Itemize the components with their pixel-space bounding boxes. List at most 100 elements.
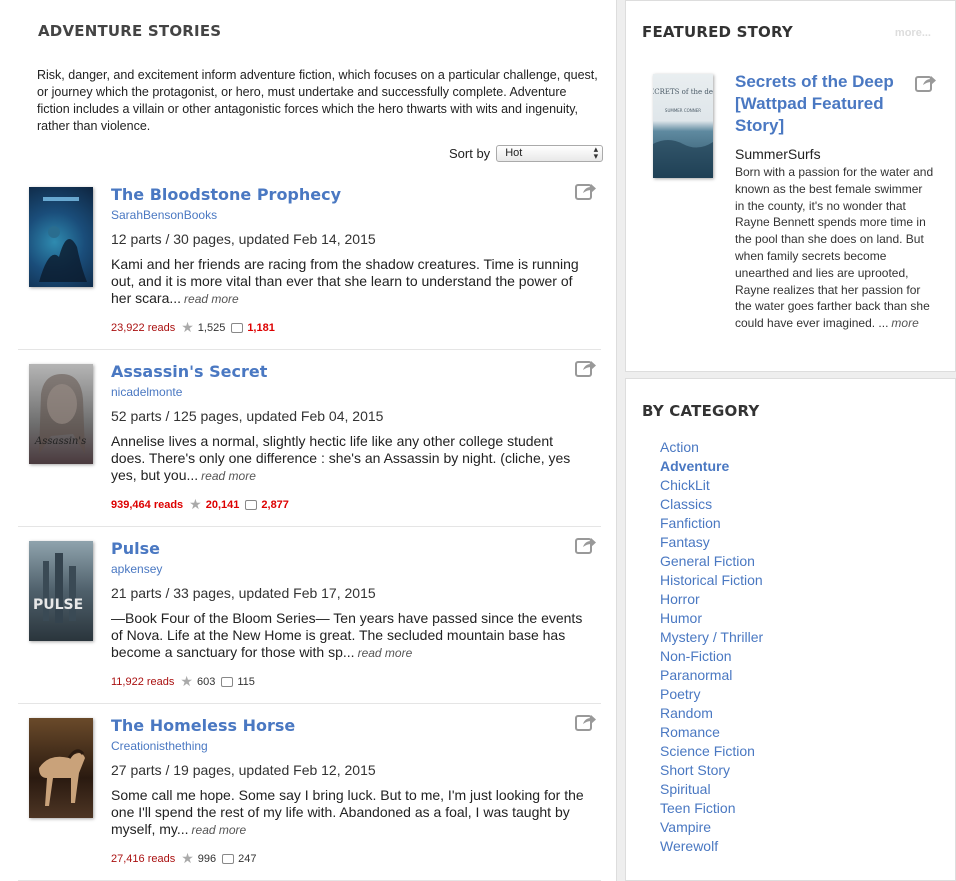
category-item[interactable]: Science Fiction (660, 742, 763, 761)
reads-count: 23,922 reads (111, 321, 176, 334)
read-more-link[interactable]: read more (184, 292, 239, 306)
featured-description: Born with a passion for the water and kn… (735, 164, 935, 332)
share-icon[interactable] (575, 358, 597, 378)
star-icon: ★ (181, 319, 194, 335)
story-desc-text: Annelise lives a normal, slightly hectic… (111, 433, 571, 483)
read-more-link[interactable]: read more (192, 823, 247, 837)
story-title[interactable]: Pulse (111, 539, 160, 558)
category-item[interactable]: ChickLit (660, 476, 763, 495)
votes-count: 20,141 (205, 498, 240, 511)
story-desc-text: Kami and her friends are racing from the… (111, 256, 579, 306)
votes-count: 603 (196, 675, 216, 688)
category-item[interactable]: Humor (660, 609, 763, 628)
story-item: The Bloodstone Prophecy SarahBensonBooks… (18, 173, 601, 350)
reads-count: 27,416 reads (111, 852, 176, 865)
story-title[interactable]: The Bloodstone Prophecy (111, 185, 341, 204)
story-stats: 11,922 reads ★ 603 115 (111, 673, 255, 690)
story-parts: 12 parts / 30 pages, updated Feb 14, 201… (111, 231, 376, 247)
votes-count: 996 (197, 852, 217, 865)
story-item: Assassin's Assassin's Secret nicadelmont… (18, 350, 601, 527)
featured-read-more[interactable]: more (891, 316, 918, 330)
featured-desc-text: Born with a passion for the water and kn… (735, 165, 934, 331)
comments-count: 2,877 (261, 498, 289, 511)
sort-value: Hot (505, 147, 523, 159)
comment-icon (222, 853, 235, 864)
featured-cover[interactable]: SECRETS of the deep SUMMER CONNER (644, 74, 722, 178)
story-description: —Book Four of the Bloom Series— Ten year… (111, 610, 589, 662)
share-icon[interactable] (575, 181, 597, 201)
votes-count: 1,525 (197, 321, 226, 334)
sort-control: Sort by Hot ▴ ▾ (449, 144, 604, 162)
story-author[interactable]: SarahBensonBooks (111, 208, 217, 222)
category-item[interactable]: Action (660, 438, 763, 457)
featured-cover-title: SECRETS of the deep (653, 88, 713, 96)
story-stats: 939,464 reads ★ 20,141 2,877 (111, 496, 289, 513)
category-item[interactable]: Teen Fiction (660, 799, 763, 818)
star-icon: ★ (189, 496, 202, 512)
story-cover[interactable]: Assassin's (29, 364, 93, 464)
star-icon: ★ (180, 673, 193, 689)
story-parts: 27 parts / 19 pages, updated Feb 12, 201… (111, 762, 376, 778)
share-icon[interactable] (575, 535, 597, 555)
category-item[interactable]: Adventure (660, 457, 763, 476)
featured-title[interactable]: Secrets of the Deep [Wattpad Featured St… (735, 71, 905, 137)
star-icon: ★ (181, 850, 194, 866)
category-item[interactable]: Mystery / Thriller (660, 628, 763, 647)
story-desc-text: —Book Four of the Bloom Series— Ten year… (111, 610, 583, 660)
category-list: Action Adventure ChickLit Classics Fanfictio… (660, 438, 763, 856)
story-title[interactable]: Assassin's Secret (111, 362, 267, 381)
category-item[interactable]: Fanfiction (660, 514, 763, 533)
story-author[interactable]: nicadelmonte (111, 385, 182, 399)
category-item[interactable]: Horror (660, 590, 763, 609)
category-item[interactable]: General Fiction (660, 552, 763, 571)
story-title[interactable]: The Homeless Horse (111, 716, 295, 735)
sort-select[interactable]: Hot ▴ ▾ (496, 144, 604, 162)
category-item[interactable]: Vampire (660, 818, 763, 837)
story-parts: 21 parts / 33 pages, updated Feb 17, 201… (111, 585, 376, 601)
category-item[interactable]: Fantasy (660, 533, 763, 552)
category-item[interactable]: Non-Fiction (660, 647, 763, 666)
story-parts: 52 parts / 125 pages, updated Feb 04, 20… (111, 408, 384, 424)
story-description: Some call me hope. Some say I bring luck… (111, 787, 589, 839)
read-more-link[interactable]: read more (201, 469, 256, 483)
category-panel: BY CATEGORY Action Adventure ChickLit Class… (625, 378, 956, 881)
read-more-link[interactable]: read more (358, 646, 413, 660)
story-author[interactable]: apkensey (111, 562, 162, 576)
story-stats: 27,416 reads ★ 996 247 (111, 850, 257, 867)
category-item[interactable]: Historical Fiction (660, 571, 763, 590)
svg-text:PULSE: PULSE (33, 597, 83, 613)
comments-count: 247 (238, 852, 257, 865)
category-item[interactable]: Classics (660, 495, 763, 514)
comments-count: 115 (237, 675, 255, 688)
story-item: PULSE Pulse apkensey 21 parts / 33 pages… (18, 527, 601, 704)
comment-icon (245, 499, 258, 510)
comment-icon (221, 676, 234, 687)
category-item[interactable]: Romance (660, 723, 763, 742)
reads-count: 939,464 reads (111, 498, 184, 511)
category-item[interactable]: Paranormal (660, 666, 763, 685)
sort-label: Sort by (449, 146, 491, 161)
story-cover[interactable]: PULSE (29, 541, 93, 641)
genre-description: Risk, danger, and excitement inform adve… (37, 68, 598, 133)
featured-author[interactable]: SummerSurfs (735, 146, 821, 162)
story-author[interactable]: Creationisthething (111, 739, 208, 753)
category-item[interactable]: Werewolf (660, 837, 763, 856)
story-cover[interactable] (29, 718, 93, 818)
share-icon[interactable] (575, 712, 597, 732)
featured-cover-author: SUMMER CONNER (665, 108, 701, 113)
story-description: Annelise lives a normal, slightly hectic… (111, 433, 589, 485)
share-icon[interactable] (915, 73, 937, 93)
category-item[interactable]: Poetry (660, 685, 763, 704)
reads-count: 11,922 reads (111, 675, 175, 688)
category-item[interactable]: Short Story (660, 761, 763, 780)
story-cover[interactable] (29, 187, 93, 287)
story-description: Kami and her friends are racing from the… (111, 256, 589, 308)
sort-arrows-icon: ▴ ▾ (593, 144, 599, 161)
featured-story-panel: FEATURED STORY more... SECRETS of the de… (625, 0, 956, 372)
category-item[interactable]: Random (660, 704, 763, 723)
featured-more-link[interactable]: more... (895, 27, 931, 39)
comments-count: 1,181 (247, 321, 275, 334)
page-title: ADVENTURE STORIES (38, 22, 222, 40)
category-heading: BY CATEGORY (642, 402, 760, 420)
category-item[interactable]: Spiritual (660, 780, 763, 799)
